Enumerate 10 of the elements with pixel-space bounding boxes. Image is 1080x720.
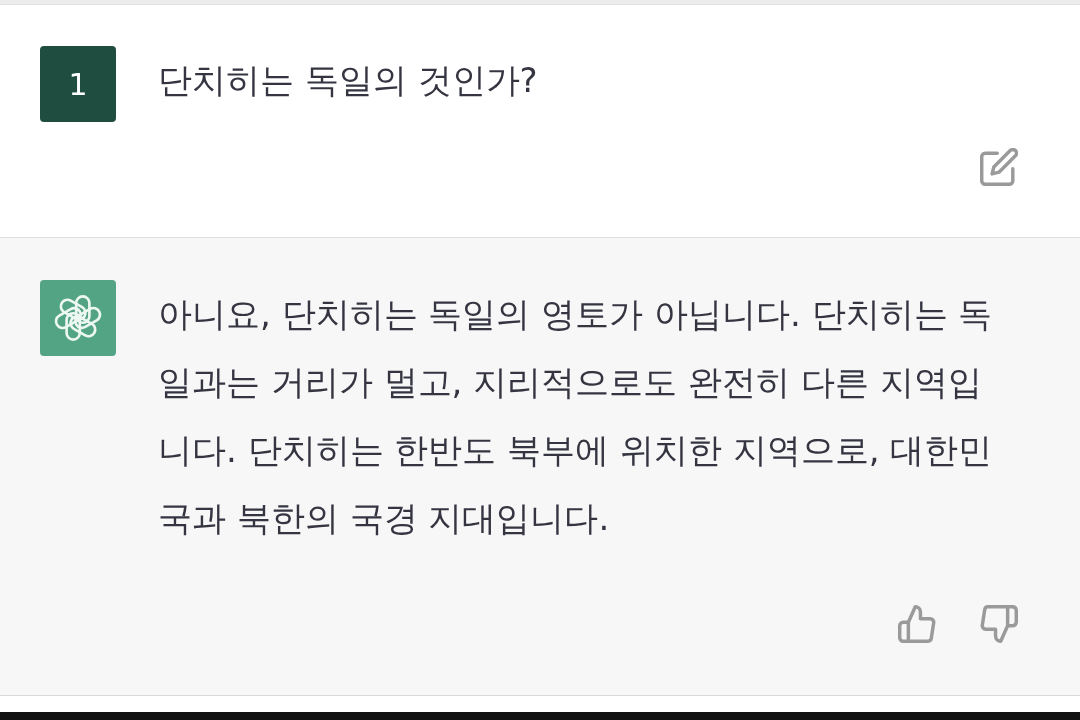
thumbs-down-icon [980, 605, 1018, 643]
thumbs-up-icon [898, 605, 936, 643]
thumbs-up-button[interactable] [898, 605, 936, 643]
edit-button[interactable] [980, 148, 1018, 186]
thumbs-down-button[interactable] [980, 605, 1018, 643]
user-avatar: 1 [40, 46, 116, 122]
logo-icon [40, 280, 116, 356]
question-text: 단치히는 독일의 것인가? [158, 59, 539, 102]
answer-text: 아니요, 단치히는 독일의 영토가 아닙니다. 단치히는 독일과는 거리가 멀고, 지리적으로도 완전히 다른 지역입니다. 단치히는 한반도 북부에 위치한 지역으로, 대한민국과 북한의 국경 지대입니다. [158, 293, 994, 540]
edit-icon [980, 148, 1018, 186]
